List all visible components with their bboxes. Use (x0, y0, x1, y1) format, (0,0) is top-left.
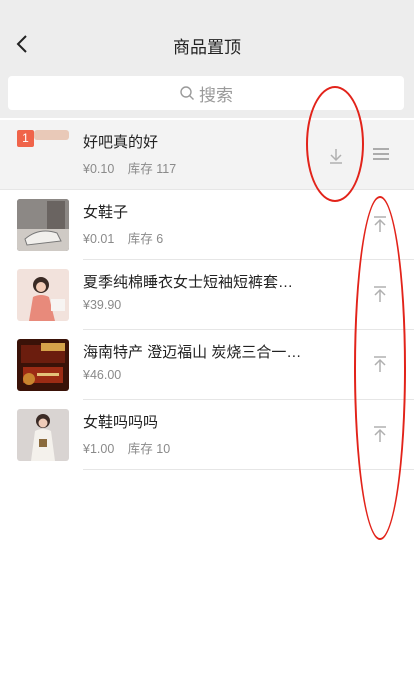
product-name: 夏季纯棉睡衣女士短袖短裤套… (83, 274, 294, 291)
product-name: 女鞋子 (83, 204, 129, 221)
drag-handle-icon[interactable] (372, 147, 390, 161)
pin-to-top-icon[interactable] (370, 354, 390, 374)
move-down-icon[interactable] (326, 146, 346, 166)
product-price: ¥39.90 (83, 298, 122, 312)
search-placeholder: 搜索 (199, 85, 233, 105)
pinned-product-row[interactable]: 1 好吧真的好 ¥0.10 库存 117 (0, 120, 414, 190)
product-thumbnail (17, 269, 69, 321)
product-price: ¥46.00 (83, 368, 122, 382)
product-price: ¥0.10 (83, 162, 115, 176)
search-bar-container: 搜索 (0, 70, 414, 118)
product-stock: 库存 6 (127, 232, 164, 246)
product-name: 女鞋吗吗吗 (83, 414, 159, 431)
product-name: 海南特产 澄迈福山 炭烧三合一… (83, 344, 302, 361)
product-price: ¥1.00 (83, 442, 115, 456)
row-divider (83, 469, 414, 470)
product-thumbnail (17, 339, 69, 391)
rank-badge: 1 (17, 130, 34, 147)
product-thumbnail (17, 199, 69, 251)
product-meta: ¥1.00 库存 10 (83, 438, 170, 457)
page-title: 商品置顶 (173, 38, 241, 57)
navigation-bar: 商品置顶 (0, 0, 414, 70)
product-price: ¥0.01 (83, 232, 115, 246)
product-meta: ¥39.90 (83, 298, 121, 312)
product-row[interactable]: 女鞋吗吗吗 ¥1.00 库存 10 (0, 400, 414, 470)
product-thumbnail (34, 130, 69, 140)
pin-to-top-icon[interactable] (370, 214, 390, 234)
product-name: 好吧真的好 (83, 134, 159, 151)
pin-to-top-icon[interactable] (370, 284, 390, 304)
pin-to-top-icon[interactable] (370, 424, 390, 444)
search-input[interactable]: 搜索 (8, 76, 404, 110)
product-stock: 库存 117 (127, 162, 177, 176)
product-meta: ¥46.00 (83, 368, 121, 382)
product-stock: 库存 10 (127, 442, 171, 456)
product-row[interactable]: 夏季纯棉睡衣女士短袖短裤套… ¥39.90 (0, 260, 414, 330)
product-row[interactable]: 女鞋子 ¥0.01 库存 6 (0, 190, 414, 260)
product-row[interactable]: 海南特产 澄迈福山 炭烧三合一… ¥46.00 (0, 330, 414, 400)
product-meta: ¥0.10 库存 117 (83, 158, 176, 177)
product-meta: ¥0.01 库存 6 (83, 228, 163, 247)
product-thumbnail (17, 409, 69, 461)
search-icon (180, 86, 194, 100)
